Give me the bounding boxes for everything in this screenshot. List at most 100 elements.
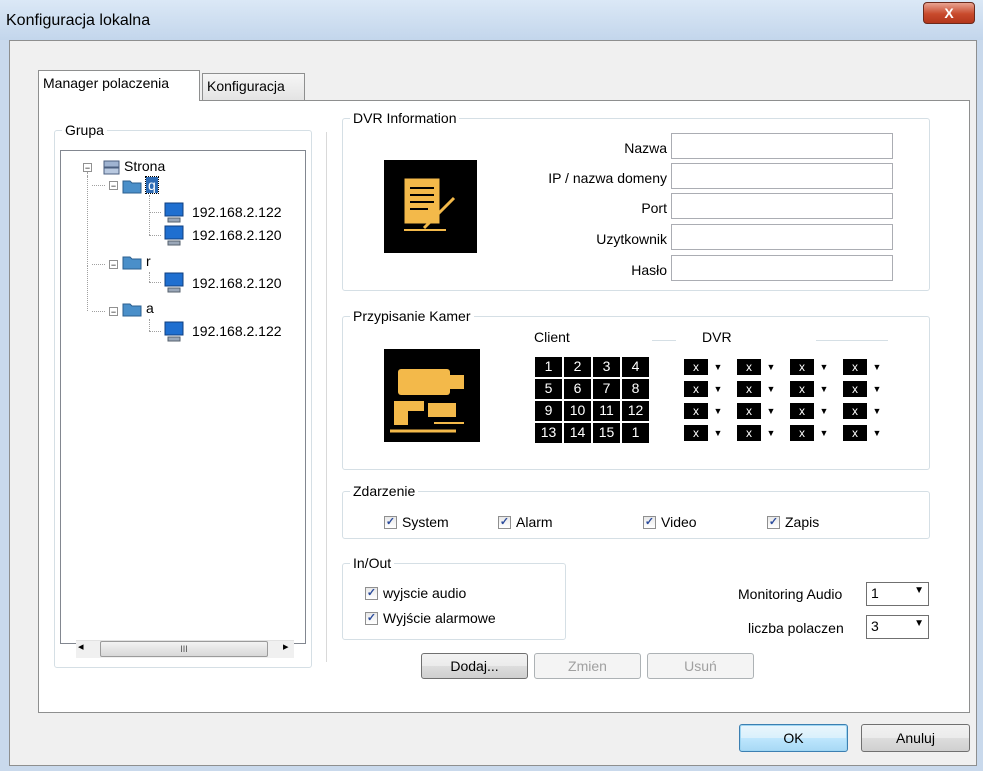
client-cell[interactable]: 8 (621, 378, 650, 400)
client-cell[interactable]: 12 (621, 400, 650, 422)
tree-root-strona[interactable]: Strona (124, 158, 165, 174)
tree-line (87, 265, 88, 311)
client-cell[interactable]: 2 (563, 356, 592, 378)
folder-icon (122, 177, 142, 194)
client-cell[interactable]: 11 (592, 400, 621, 422)
client-cell[interactable]: 5 (534, 378, 563, 400)
client-cell[interactable]: 6 (563, 378, 592, 400)
client-cell[interactable]: 4 (621, 356, 650, 378)
scroll-left-icon[interactable]: ◂ (78, 640, 84, 653)
client-cell[interactable]: 10 (563, 400, 592, 422)
tab-konfiguracja[interactable]: Konfiguracja (202, 73, 305, 101)
dvr-channel-select[interactable]: x ▼ (736, 380, 782, 398)
splitter[interactable] (326, 132, 329, 662)
tree-group-r[interactable]: r (146, 253, 151, 269)
delete-button[interactable]: Usuń (647, 653, 754, 679)
chevron-down-icon: ▼ (814, 359, 834, 375)
client-cell[interactable]: 7 (592, 378, 621, 400)
tree-device[interactable]: 192.168.2.120 (192, 275, 282, 291)
client-cell[interactable]: 1 (621, 422, 650, 444)
connections-select[interactable]: 3 ▼ (866, 615, 929, 639)
dvr-channel-value: x (684, 403, 708, 419)
alarm-out-checkbox[interactable]: ✓ (365, 612, 378, 625)
dvr-channel-select[interactable]: x ▼ (683, 380, 729, 398)
tree-device[interactable]: 192.168.2.122 (192, 323, 282, 339)
dvr-channel-select[interactable]: x ▼ (842, 424, 888, 442)
client-cell[interactable]: 9 (534, 400, 563, 422)
ip-input[interactable] (671, 163, 893, 189)
collapse-icon[interactable]: − (109, 260, 118, 270)
dvr-channel-select[interactable]: x ▼ (736, 402, 782, 420)
tree-device[interactable]: 192.168.2.122 (192, 204, 282, 220)
field-label-nazwa: Nazwa (624, 140, 667, 156)
nazwa-input[interactable] (671, 133, 893, 159)
dvr-channel-select[interactable]: x ▼ (842, 380, 888, 398)
tree-line (149, 272, 150, 282)
dvr-channel-value: x (737, 359, 761, 375)
group-legend: Grupa (62, 122, 107, 138)
chevron-down-icon: ▼ (814, 381, 834, 397)
tab-manager-polaczenia[interactable]: Manager polaczenia (38, 70, 200, 101)
dvr-channel-select[interactable]: x ▼ (842, 358, 888, 376)
dvr-channel-value: x (843, 403, 867, 419)
close-button[interactable]: X (923, 2, 975, 24)
dvr-channel-value: x (737, 425, 761, 441)
field-label-port: Port (641, 200, 667, 216)
tree-group-a[interactable]: a (146, 300, 154, 316)
video-label: Video (661, 514, 697, 530)
dvr-channel-value: x (684, 381, 708, 397)
client-cell[interactable]: 3 (592, 356, 621, 378)
tree-group-q[interactable]: q (145, 176, 159, 194)
ok-button[interactable]: OK (739, 724, 848, 752)
alarm-checkbox[interactable]: ✓ (498, 516, 511, 529)
dvr-channel-select[interactable]: x ▼ (683, 358, 729, 376)
client-cell[interactable]: 13 (534, 422, 563, 444)
dvr-label: DVR (702, 329, 732, 345)
chevron-down-icon: ▼ (708, 403, 728, 419)
dvr-channel-select[interactable]: x ▼ (736, 358, 782, 376)
client-cell[interactable]: 1 (534, 356, 563, 378)
tree-line (92, 185, 105, 186)
tree-line (149, 282, 161, 283)
dvr-channel-select[interactable]: x ▼ (683, 402, 729, 420)
server-icon (102, 158, 122, 176)
field-label-ip: IP / nazwa domeny (548, 170, 667, 186)
dvr-channel-select[interactable]: x ▼ (789, 380, 835, 398)
tree-device[interactable]: 192.168.2.120 (192, 227, 282, 243)
zapis-checkbox[interactable]: ✓ (767, 516, 780, 529)
client-cell[interactable]: 15 (592, 422, 621, 444)
group-box-inout (342, 563, 566, 640)
tree-line (149, 195, 150, 235)
divider (652, 340, 676, 341)
dvr-channel-select[interactable]: x ▼ (842, 402, 888, 420)
cancel-button[interactable]: Anuluj (861, 724, 970, 752)
dvr-channel-select[interactable]: x ▼ (789, 402, 835, 420)
camera-icon (384, 349, 480, 442)
scroll-thumb[interactable]: III (100, 641, 268, 657)
monitoring-audio-select[interactable]: 1 ▼ (866, 582, 929, 606)
dvr-channel-value: x (790, 425, 814, 441)
dvr-channel-select[interactable]: x ▼ (683, 424, 729, 442)
user-input[interactable] (671, 224, 893, 250)
collapse-icon[interactable]: − (83, 163, 92, 173)
audio-out-checkbox[interactable]: ✓ (365, 587, 378, 600)
dvr-channel-select[interactable]: x ▼ (789, 424, 835, 442)
dvr-channel-select[interactable]: x ▼ (736, 424, 782, 442)
video-checkbox[interactable]: ✓ (643, 516, 656, 529)
audio-out-label: wyjscie audio (383, 585, 467, 601)
password-input[interactable] (671, 255, 893, 281)
tree-line (87, 176, 88, 266)
scroll-right-icon[interactable]: ▸ (283, 640, 289, 653)
change-button[interactable]: Zmien (534, 653, 641, 679)
client-cell[interactable]: 14 (563, 422, 592, 444)
collapse-icon[interactable]: − (109, 181, 118, 191)
system-label: System (402, 514, 449, 530)
system-checkbox[interactable]: ✓ (384, 516, 397, 529)
dvr-channel-select[interactable]: x ▼ (789, 358, 835, 376)
port-input[interactable] (671, 193, 893, 219)
collapse-icon[interactable]: − (109, 307, 118, 317)
folder-icon (122, 253, 142, 270)
add-button[interactable]: Dodaj... (421, 653, 528, 679)
chevron-down-icon: ▼ (761, 359, 781, 375)
tree-line (92, 311, 105, 312)
